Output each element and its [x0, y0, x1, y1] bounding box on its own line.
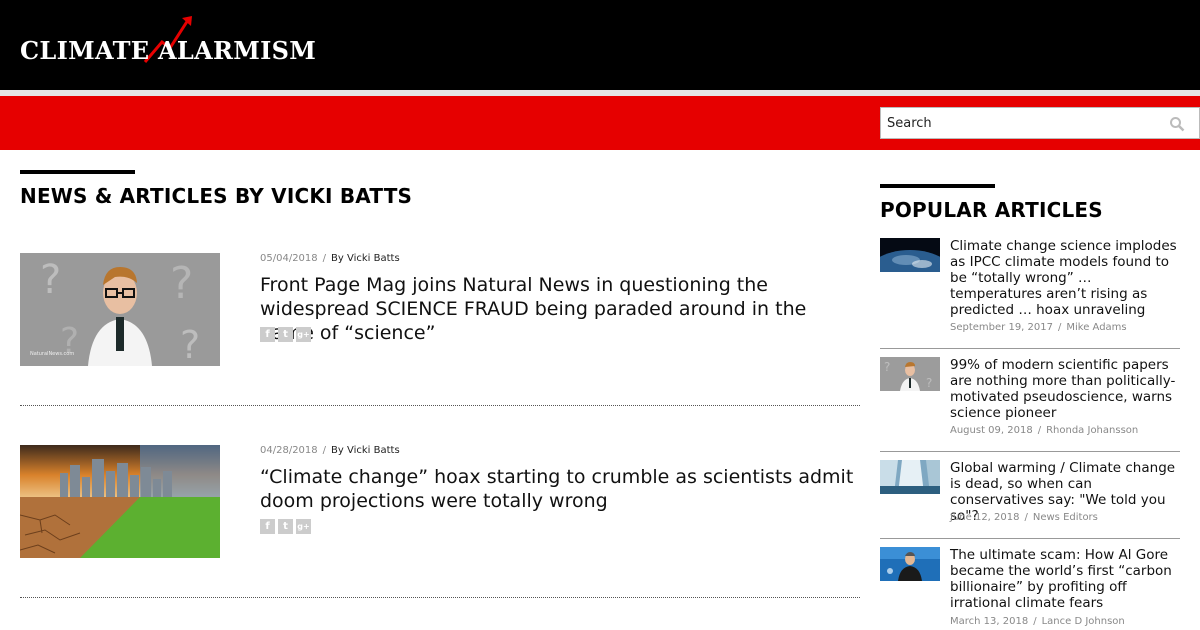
meta-separator: / [322, 445, 327, 456]
site-logo-text: CLIMATE ALARMISM [20, 36, 317, 65]
svg-text:?: ? [884, 360, 890, 374]
article-date: 04/28/2018 [260, 445, 318, 456]
meta-separator: / [1033, 616, 1037, 627]
popular-article-author[interactable]: Lance D Johnson [1042, 616, 1125, 627]
popular-article-meta: March 13, 2018 / Lance D Johnson [950, 616, 1125, 627]
popular-article-divider [880, 451, 1180, 452]
svg-text:?: ? [40, 257, 61, 303]
popular-article-title[interactable]: The ultimate scam: How Al Gore became th… [950, 547, 1180, 611]
popular-article-meta: August 09, 2018 / Rhonda Johansson [950, 425, 1138, 436]
thumbnail-watermark: NaturalNews.com [30, 351, 75, 357]
meta-separator: / [322, 253, 327, 264]
popular-article-date: March 13, 2018 [950, 616, 1029, 627]
article-thumbnail[interactable] [20, 445, 220, 558]
svg-text:?: ? [180, 323, 200, 366]
popular-article-author[interactable]: News Editors [1033, 512, 1098, 523]
popular-article-date: June 12, 2018 [950, 512, 1020, 523]
heading-rule [20, 170, 135, 174]
googleplus-share-icon[interactable]: g+ [296, 327, 311, 342]
popular-article-thumbnail[interactable]: ? ? [880, 357, 940, 391]
popular-article-title[interactable]: Climate change science implodes as IPCC … [950, 238, 1180, 318]
popular-article-date: August 09, 2018 [950, 425, 1033, 436]
popular-article-thumbnail[interactable] [880, 238, 940, 272]
popular-article-author[interactable]: Rhonda Johansson [1046, 425, 1138, 436]
search-box [880, 107, 1200, 139]
twitter-share-icon[interactable]: t [278, 327, 293, 342]
article-meta: 04/28/2018 / By Vicki Batts [260, 445, 400, 456]
popular-article-author[interactable]: Mike Adams [1066, 322, 1126, 333]
article-divider [20, 597, 860, 598]
meta-separator: / [1057, 322, 1062, 333]
svg-text:?: ? [926, 376, 932, 390]
popular-article-date: September 19, 2017 [950, 322, 1053, 333]
popular-article-divider [880, 538, 1180, 539]
site-logo[interactable]: CLIMATE ALARMISM [20, 14, 316, 68]
googleplus-share-icon[interactable]: g+ [296, 519, 311, 534]
article-author[interactable]: By Vicki Batts [331, 253, 400, 264]
facebook-share-icon[interactable]: f [260, 519, 275, 534]
page-title: NEWS & ARTICLES BY VICKI BATTS [20, 184, 413, 208]
search-input[interactable] [881, 108, 1161, 138]
article-item: ? ? ? ? NaturalNews.com 05/04/2018 / By Vi… [20, 253, 860, 406]
popular-article-thumbnail[interactable] [880, 460, 940, 494]
popular-article-title[interactable]: 99% of modern scientific papers are noth… [950, 357, 1180, 421]
share-buttons: f t g+ [260, 519, 311, 534]
article-title-link[interactable]: “Climate change” hoax starting to crumbl… [260, 465, 860, 513]
article-author[interactable]: By Vicki Batts [331, 445, 400, 456]
sidebar-heading-rule [880, 184, 995, 188]
article-divider [20, 405, 860, 406]
meta-separator: / [1037, 425, 1042, 436]
popular-article-meta: September 19, 2017 / Mike Adams [950, 322, 1127, 333]
facebook-share-icon[interactable]: f [260, 327, 275, 342]
popular-article-divider [880, 348, 1180, 349]
svg-text:?: ? [170, 258, 193, 309]
article-item: 04/28/2018 / By Vicki Batts “Climate chang… [20, 445, 860, 598]
meta-separator: / [1024, 512, 1028, 523]
article-title-link[interactable]: Front Page Mag joins Natural News in que… [260, 273, 860, 345]
article-date: 05/04/2018 [260, 253, 318, 264]
site-header: CLIMATE ALARMISM [0, 0, 1200, 90]
popular-article-meta: June 12, 2018 / News Editors [950, 512, 1098, 523]
search-icon[interactable] [1169, 116, 1185, 132]
share-buttons: f t g+ [260, 327, 311, 342]
twitter-share-icon[interactable]: t [278, 519, 293, 534]
article-meta: 05/04/2018 / By Vicki Batts [260, 253, 400, 264]
sidebar-title: POPULAR ARTICLES [880, 198, 1103, 222]
article-thumbnail[interactable]: ? ? ? ? NaturalNews.com [20, 253, 220, 366]
popular-article-thumbnail[interactable] [880, 547, 940, 581]
